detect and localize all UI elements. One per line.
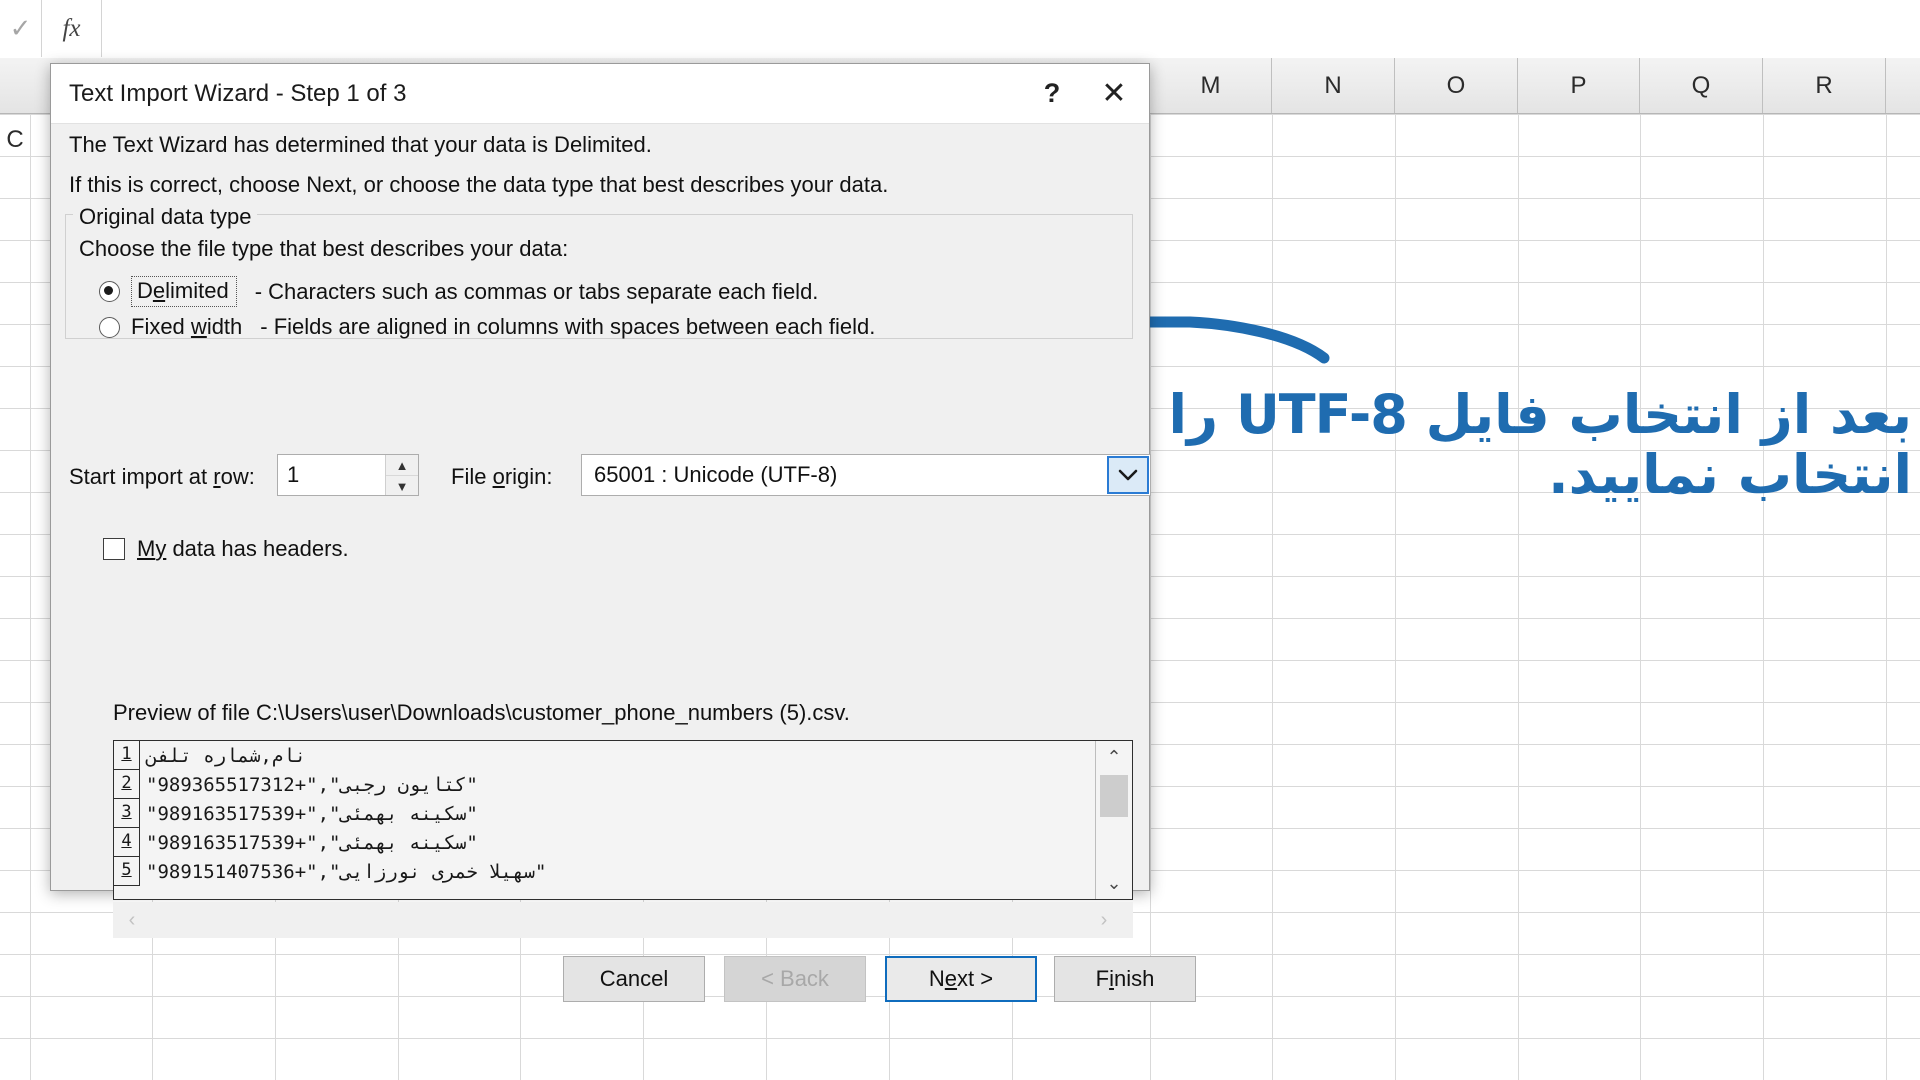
formula-bar: ✓ fx bbox=[0, 0, 1920, 59]
dialog-title-bar: Text Import Wizard - Step 1 of 3 ? ✕ bbox=[51, 64, 1149, 124]
chevron-left-icon[interactable]: ‹ bbox=[117, 906, 147, 934]
radio-delimited-description: - Characters such as commas or tabs sepa… bbox=[254, 278, 819, 304]
checkbox-indicator[interactable] bbox=[103, 538, 125, 560]
grid-line-vertical bbox=[1763, 114, 1764, 1080]
grid-line-vertical bbox=[1395, 114, 1396, 1080]
start-row-spinner-buttons[interactable]: ▲ ▼ bbox=[385, 455, 418, 495]
spinner-up-icon[interactable]: ▲ bbox=[386, 455, 418, 476]
confirm-entry-icon[interactable]: ✓ bbox=[0, 0, 42, 57]
column-header-q[interactable]: Q bbox=[1640, 58, 1763, 113]
preview-row-text: "سهیلا خمری نورزایی","+989151407536" bbox=[146, 860, 547, 883]
preview-row-number: 2 bbox=[114, 770, 140, 799]
help-button[interactable]: ? bbox=[1023, 64, 1081, 123]
preview-row-number: 5 bbox=[114, 857, 140, 886]
spinner-down-icon[interactable]: ▼ bbox=[386, 476, 418, 496]
preview-row-number: 3 bbox=[114, 799, 140, 828]
grid-line-vertical bbox=[1518, 114, 1519, 1080]
grid-line-vertical bbox=[1886, 114, 1887, 1080]
radio-delimited-indicator[interactable] bbox=[99, 281, 120, 302]
preview-vertical-scrollbar[interactable]: ⌃ ⌄ bbox=[1095, 741, 1132, 899]
preview-row-text: "سکینه بهمئی","+989163517539" bbox=[146, 802, 478, 825]
grid-line-vertical bbox=[1150, 114, 1151, 1080]
column-header-o[interactable]: O bbox=[1395, 58, 1518, 113]
grid-line-vertical bbox=[1272, 114, 1273, 1080]
file-preview-pane[interactable]: 1 نام,شماره تلفن 2 "کتایون رجبی","+98936551… bbox=[113, 740, 1133, 900]
radio-delimited-label: Delimited bbox=[131, 276, 237, 307]
column-header-n[interactable]: N bbox=[1272, 58, 1395, 113]
file-origin-label: File origin: bbox=[451, 464, 553, 489]
preview-row-text: "سکینه بهمئی","+989163517539" bbox=[146, 831, 478, 854]
intro-line-1: The Text Wizard has determined that your… bbox=[69, 132, 652, 157]
finish-button[interactable]: Fi nish bbox=[1054, 956, 1196, 1002]
original-data-type-legend: Original data type bbox=[73, 204, 258, 230]
fx-icon[interactable]: fx bbox=[42, 0, 102, 57]
preview-row: 5 "سهیلا خمری نورزایی","+989151407536" bbox=[114, 857, 1132, 886]
preview-label: Preview of file C:\Users\user\Downloads\… bbox=[113, 700, 850, 725]
radio-fixed-width-label: Fixed width bbox=[131, 314, 243, 339]
start-row-stepper[interactable]: 1 ▲ ▼ bbox=[277, 454, 419, 496]
dialog-title: Text Import Wizard - Step 1 of 3 bbox=[69, 80, 407, 107]
start-import-at-row-label: Start import at row: bbox=[69, 464, 255, 489]
chevron-down-glyph bbox=[1118, 469, 1138, 480]
column-header-m[interactable]: M bbox=[1150, 58, 1272, 113]
radio-fixed-width[interactable]: Fixed width - Fields are aligned in colu… bbox=[99, 314, 875, 340]
column-header-r[interactable]: R bbox=[1763, 58, 1886, 113]
cancel-button[interactable]: Cancel bbox=[563, 956, 705, 1002]
file-origin-select[interactable]: 65001 : Unicode (UTF-8) bbox=[581, 454, 1151, 496]
preview-row-text: نام,شماره تلفن bbox=[146, 744, 307, 767]
choose-file-type-instruction: Choose the file type that best describes… bbox=[79, 236, 569, 261]
chevron-down-icon[interactable] bbox=[1107, 456, 1149, 494]
radio-fixed-width-description: - Fields are aligned in columns with spa… bbox=[260, 314, 876, 339]
my-data-has-headers-checkbox[interactable]: My data has headers. bbox=[103, 536, 349, 562]
preview-row-text: "کتایون رجبی","+989365517312" bbox=[146, 773, 478, 796]
file-origin-value: 65001 : Unicode (UTF-8) bbox=[594, 462, 838, 487]
scrollbar-thumb[interactable] bbox=[1100, 775, 1128, 817]
next-button[interactable]: Ne xt > bbox=[885, 956, 1037, 1002]
import-settings-row: Start import at row: 1 ▲ ▼ File origin: … bbox=[69, 454, 1151, 498]
preview-row: 3 "سکینه بهمئی","+989163517539" bbox=[114, 799, 1132, 828]
grid-line-vertical bbox=[30, 114, 31, 1080]
chevron-up-icon[interactable]: ⌃ bbox=[1096, 743, 1132, 771]
chevron-right-icon[interactable]: › bbox=[1089, 906, 1119, 934]
grid-line-vertical bbox=[1640, 114, 1641, 1080]
my-data-has-headers-label: My data has headers. bbox=[137, 536, 349, 561]
grid-line-horizontal bbox=[0, 954, 1920, 955]
preview-horizontal-scrollbar[interactable]: ‹ › bbox=[113, 902, 1133, 938]
close-icon[interactable]: ✕ bbox=[1085, 64, 1143, 123]
radio-fixed-width-indicator[interactable] bbox=[99, 316, 120, 338]
formula-input[interactable] bbox=[102, 0, 1920, 57]
text-import-wizard-dialog: Text Import Wizard - Step 1 of 3 ? ✕ The… bbox=[50, 63, 1196, 1002]
row-header-c[interactable]: C bbox=[0, 126, 30, 154]
back-button: < Back bbox=[724, 956, 866, 1002]
start-row-value[interactable]: 1 bbox=[287, 462, 299, 488]
dialog-body: The Text Wizard has determined that your… bbox=[51, 124, 1196, 1002]
preview-row: 4 "سکینه بهمئی","+989163517539" bbox=[114, 828, 1132, 857]
preview-row: 2 "کتایون رجبی","+989365517312" bbox=[114, 770, 1132, 799]
radio-delimited[interactable]: Delimited - Characters such as commas or… bbox=[99, 276, 818, 307]
chevron-down-icon[interactable]: ⌄ bbox=[1096, 869, 1132, 897]
column-header-p[interactable]: P bbox=[1518, 58, 1640, 113]
preview-row-number: 4 bbox=[114, 828, 140, 857]
grid-line-horizontal bbox=[0, 1038, 1920, 1039]
persian-annotation-text: بعد از انتخاب فایل UTF-8 را انتخاب نمایی… bbox=[1168, 383, 1913, 507]
preview-row-number: 1 bbox=[114, 741, 140, 770]
preview-row: 1 نام,شماره تلفن bbox=[114, 741, 1132, 770]
intro-line-2: If this is correct, choose Next, or choo… bbox=[69, 172, 889, 197]
